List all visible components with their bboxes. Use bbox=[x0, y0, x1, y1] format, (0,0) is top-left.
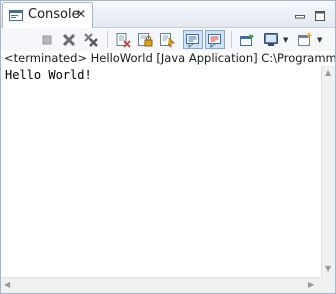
stdout-icon bbox=[186, 33, 199, 48]
tab-bar: Console ✕ bbox=[1, 1, 335, 28]
terminate-button[interactable] bbox=[37, 30, 57, 49]
monitor-icon bbox=[264, 32, 278, 46]
tab-console[interactable]: Console ✕ bbox=[2, 2, 93, 28]
vertical-scrollbar[interactable]: ▲ ▼ bbox=[321, 66, 335, 277]
close-icon[interactable]: ✕ bbox=[76, 7, 86, 21]
scroll-lock-button[interactable] bbox=[135, 30, 155, 49]
pin-icon bbox=[240, 33, 254, 46]
toolbar-separator bbox=[231, 31, 232, 48]
tab-label: Console bbox=[28, 7, 80, 22]
open-console-button[interactable] bbox=[295, 30, 315, 49]
display-selected-console-button[interactable] bbox=[261, 30, 281, 49]
maximize-icon[interactable] bbox=[314, 7, 326, 21]
scrollbar-corner bbox=[321, 277, 335, 293]
clear-console-icon bbox=[116, 32, 131, 48]
word-wrap-button[interactable] bbox=[157, 30, 177, 49]
remove-all-terminated-button[interactable] bbox=[81, 30, 101, 49]
scroll-lock-icon bbox=[138, 32, 153, 46]
minimize-icon[interactable] bbox=[294, 7, 306, 19]
clear-console-button[interactable] bbox=[113, 30, 133, 49]
chevron-down-icon[interactable]: ▼ bbox=[283, 36, 288, 44]
remove-icon bbox=[62, 33, 76, 46]
scroll-left-icon[interactable]: ◀ bbox=[4, 280, 10, 289]
console-icon bbox=[9, 8, 23, 22]
new-console-icon bbox=[298, 32, 312, 46]
remove-launch-button[interactable] bbox=[59, 30, 79, 49]
launch-status-label: <terminated> HelloWorld [Java Applicatio… bbox=[1, 51, 335, 66]
console-output-text: Hello World! bbox=[5, 68, 92, 82]
scroll-up-icon[interactable]: ▲ bbox=[325, 68, 331, 77]
show-on-stdout-button[interactable] bbox=[183, 30, 203, 49]
scroll-right-icon[interactable]: ▶ bbox=[308, 280, 314, 289]
show-on-stderr-button[interactable] bbox=[205, 30, 225, 49]
stderr-icon bbox=[208, 33, 221, 48]
stop-icon bbox=[42, 35, 52, 44]
horizontal-scrollbar[interactable]: ◀ ▶ bbox=[1, 277, 321, 293]
word-wrap-icon bbox=[160, 32, 175, 48]
console-output-area[interactable]: Hello World! bbox=[1, 66, 321, 277]
remove-all-icon bbox=[84, 32, 98, 47]
chevron-down-icon[interactable]: ▼ bbox=[317, 36, 322, 44]
pin-console-button[interactable] bbox=[237, 30, 257, 49]
console-toolbar: ▼ ▼ bbox=[1, 28, 335, 51]
scroll-down-icon[interactable]: ▼ bbox=[325, 264, 331, 273]
toolbar-separator bbox=[107, 31, 108, 48]
console-view: Console ✕ ▼ ▼ <terminated> HelloWorld [J… bbox=[0, 0, 336, 294]
